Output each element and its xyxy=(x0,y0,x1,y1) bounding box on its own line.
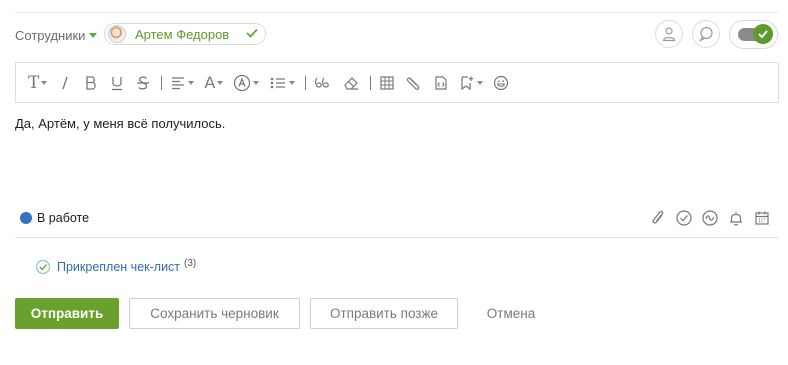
section-divider xyxy=(15,237,778,238)
toolbar-separator xyxy=(161,75,163,90)
emoji-icon xyxy=(494,75,509,90)
send-button[interactable]: Отправить xyxy=(15,298,119,329)
check-icon xyxy=(245,26,259,43)
emoji-button[interactable] xyxy=(493,73,509,93)
toolbar-separator xyxy=(370,75,372,90)
strikethrough-icon xyxy=(137,76,150,89)
signature-button[interactable] xyxy=(700,208,720,228)
check-circle-icon xyxy=(35,259,51,275)
reminder-button[interactable] xyxy=(726,208,746,228)
checklist-count: (3) xyxy=(184,257,197,269)
toolbar-separator xyxy=(305,75,307,90)
recipient-chip[interactable]: Артем Федоров xyxy=(104,23,266,45)
cancel-button[interactable]: Отмена xyxy=(470,298,552,329)
clear-format-button[interactable] xyxy=(342,73,360,93)
underline-button[interactable] xyxy=(109,73,125,93)
calendar-button[interactable] xyxy=(752,208,772,228)
list-icon xyxy=(270,77,286,88)
bookmark-plus-icon xyxy=(461,75,474,90)
bold-icon xyxy=(86,75,97,90)
check-icon xyxy=(758,30,768,39)
checklist-label: Прикреплен чек-лист xyxy=(57,260,181,274)
align-button[interactable] xyxy=(170,73,195,93)
top-divider xyxy=(15,12,778,13)
status-dot xyxy=(20,212,32,224)
table-button[interactable] xyxy=(379,73,395,93)
background-color-icon xyxy=(234,74,251,91)
link-icon xyxy=(407,76,420,90)
status-selector[interactable]: В работе xyxy=(20,211,89,225)
code-button[interactable] xyxy=(433,73,449,93)
user-icon xyxy=(662,27,676,42)
paperclip-icon xyxy=(652,210,664,224)
calendar-icon xyxy=(755,211,769,225)
task-actions xyxy=(648,208,778,228)
wave-icon xyxy=(702,210,718,226)
font-size-button[interactable]: T xyxy=(28,72,48,93)
link-button[interactable] xyxy=(405,73,423,93)
user-button[interactable] xyxy=(655,20,683,48)
avatar xyxy=(108,25,126,43)
checklist-button[interactable] xyxy=(674,208,694,228)
recipient-name: Артем Федоров xyxy=(135,26,230,42)
recipients-label: Сотрудники xyxy=(15,27,86,43)
save-draft-button[interactable]: Сохранить черновик xyxy=(129,298,300,329)
quote-icon xyxy=(315,77,330,88)
eraser-icon xyxy=(344,76,359,90)
italic-button[interactable] xyxy=(57,73,73,93)
caret-down-icon xyxy=(89,32,98,38)
toggle-switch[interactable] xyxy=(729,20,778,49)
check-circle-icon xyxy=(676,210,692,226)
checklist-link[interactable]: Прикреплен чек-лист (3) xyxy=(35,257,197,275)
strikethrough-button[interactable] xyxy=(135,73,151,93)
table-icon xyxy=(380,75,394,90)
underline-icon xyxy=(112,76,123,90)
font-color-icon: A xyxy=(204,73,216,92)
bold-button[interactable] xyxy=(83,73,99,93)
font-size-icon: T xyxy=(28,72,40,93)
italic-icon xyxy=(62,76,68,89)
editor-text[interactable]: Да, Артём, у меня всё получилось. xyxy=(15,116,225,131)
code-icon xyxy=(435,75,447,90)
toggle-knob xyxy=(753,24,773,44)
attach-button[interactable] xyxy=(648,208,668,228)
comment-search-button[interactable] xyxy=(692,20,720,48)
insert-button[interactable] xyxy=(459,73,484,93)
align-icon xyxy=(172,76,185,89)
font-color-button[interactable]: A xyxy=(204,73,224,93)
send-later-button[interactable]: Отправить позже xyxy=(310,298,458,329)
quote-button[interactable] xyxy=(314,73,332,93)
editor-toolbar: T A xyxy=(15,62,779,103)
bell-icon xyxy=(730,212,742,226)
speech-bubble-icon xyxy=(698,26,713,42)
background-color-button[interactable] xyxy=(233,73,260,93)
recipients-dropdown[interactable]: Сотрудники xyxy=(15,27,98,43)
list-button[interactable] xyxy=(269,73,296,93)
status-label: В работе xyxy=(37,211,90,225)
